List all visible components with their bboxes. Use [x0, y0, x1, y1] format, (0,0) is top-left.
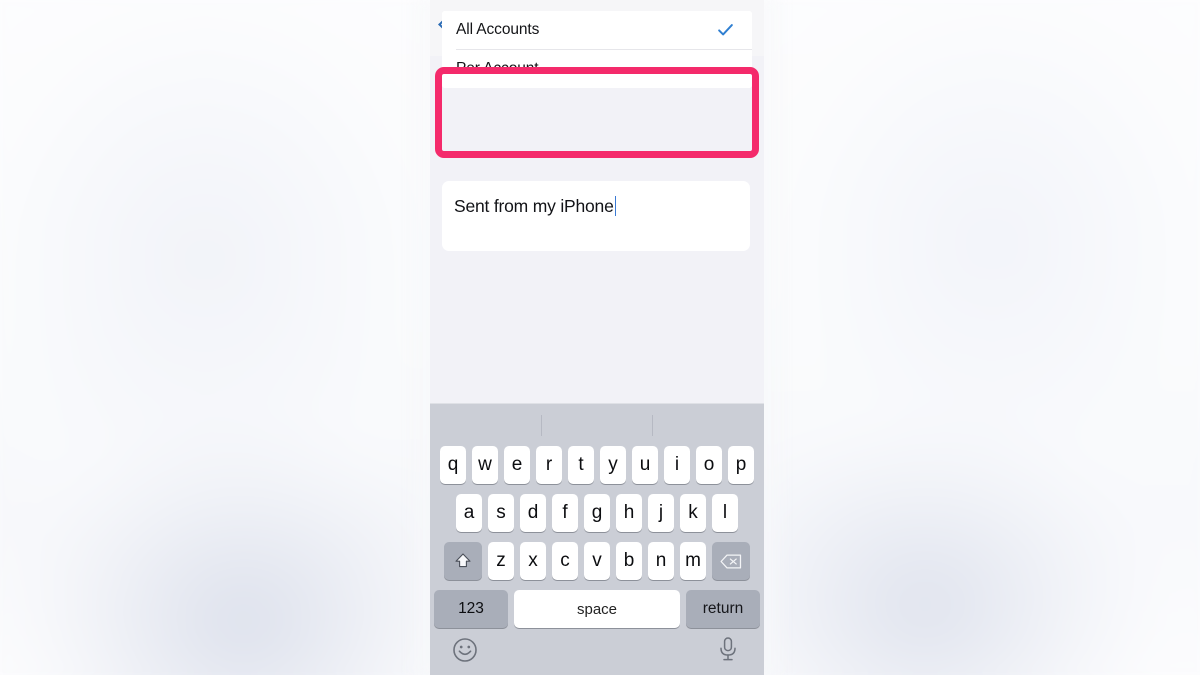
key-d[interactable]: d — [520, 494, 546, 532]
key-o[interactable]: o — [696, 446, 722, 484]
space-key[interactable]: space — [514, 590, 680, 628]
key-t[interactable]: t — [568, 446, 594, 484]
key-c[interactable]: c — [552, 542, 578, 580]
key-j[interactable]: j — [648, 494, 674, 532]
key-p[interactable]: p — [728, 446, 754, 484]
key-k[interactable]: k — [680, 494, 706, 532]
dictation-key[interactable] — [716, 635, 740, 663]
option-per-account-label: Per Account — [456, 60, 539, 77]
predictive-text-bar[interactable] — [430, 404, 764, 446]
blurred-backdrop-right — [762, 0, 1200, 675]
phone-screen: Mail Signature All Accounts Per Account … — [430, 0, 764, 675]
keyboard-bottom-bar — [430, 635, 764, 675]
onscreen-keyboard: q w e r t y u i o p a s d f g h j k l z … — [430, 403, 764, 675]
key-s[interactable]: s — [488, 494, 514, 532]
key-y[interactable]: y — [600, 446, 626, 484]
option-all-accounts[interactable]: All Accounts — [442, 11, 752, 49]
backspace-delete-icon — [720, 554, 742, 568]
key-q[interactable]: q — [440, 446, 466, 484]
signature-text-row: Sent from my iPhone — [454, 196, 617, 217]
text-cursor — [614, 196, 617, 216]
key-h[interactable]: h — [616, 494, 642, 532]
shift-key[interactable] — [444, 542, 482, 580]
keyboard-row-2: a s d f g h j k l — [430, 494, 764, 532]
account-selector-list: All Accounts Per Account — [442, 11, 752, 88]
key-f[interactable]: f — [552, 494, 578, 532]
signature-text-field[interactable]: Sent from my iPhone — [442, 181, 750, 251]
key-i[interactable]: i — [664, 446, 690, 484]
keyboard-row-1: q w e r t y u i o p — [430, 446, 764, 484]
keyboard-row-4: 123 space return — [430, 590, 764, 628]
option-all-accounts-label: All Accounts — [456, 21, 540, 38]
checkmark-icon — [718, 24, 733, 36]
predictive-divider-2 — [652, 415, 653, 436]
blurred-backdrop-left — [0, 0, 432, 675]
key-w[interactable]: w — [472, 446, 498, 484]
keyboard-row-3: z x c v b n m — [430, 542, 764, 580]
key-x[interactable]: x — [520, 542, 546, 580]
key-a[interactable]: a — [456, 494, 482, 532]
emoji-key[interactable] — [452, 637, 478, 663]
option-per-account[interactable]: Per Account — [442, 50, 752, 88]
key-u[interactable]: u — [632, 446, 658, 484]
shift-arrow-icon — [455, 553, 471, 568]
return-key[interactable]: return — [686, 590, 760, 628]
key-n[interactable]: n — [648, 542, 674, 580]
signature-value: Sent from my iPhone — [454, 196, 614, 216]
key-z[interactable]: z — [488, 542, 514, 580]
numbers-key[interactable]: 123 — [434, 590, 508, 628]
key-m[interactable]: m — [680, 542, 706, 580]
screenshot-stage: Mail Signature All Accounts Per Account … — [0, 0, 1200, 675]
microphone-icon — [720, 637, 736, 661]
smiley-face-icon — [453, 638, 477, 662]
backspace-key[interactable] — [712, 542, 750, 580]
key-e[interactable]: e — [504, 446, 530, 484]
key-r[interactable]: r — [536, 446, 562, 484]
key-b[interactable]: b — [616, 542, 642, 580]
key-l[interactable]: l — [712, 494, 738, 532]
key-g[interactable]: g — [584, 494, 610, 532]
predictive-divider-1 — [541, 415, 542, 436]
key-v[interactable]: v — [584, 542, 610, 580]
